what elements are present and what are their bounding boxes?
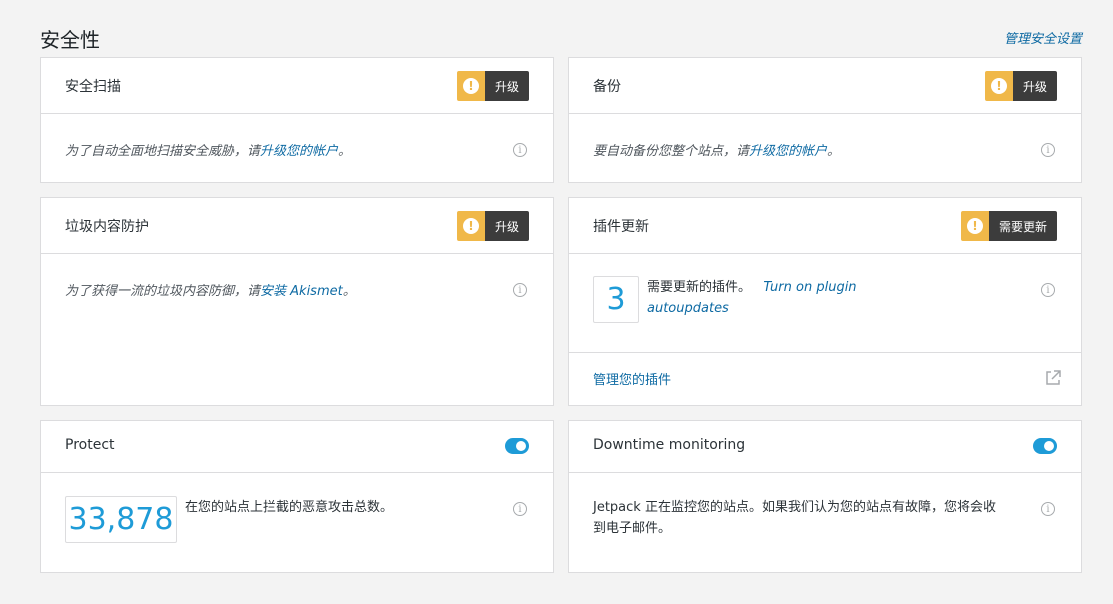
- manage-security-settings-link[interactable]: 管理安全设置: [1004, 28, 1082, 47]
- spam-protection-card: 垃圾内容防护 ! 升级 为了获得一流的垃圾内容防御，请安装 Akismet。 i: [40, 197, 554, 406]
- badge-label: 升级: [484, 71, 529, 101]
- warning-icon: !: [456, 71, 485, 101]
- badge-label: 升级: [484, 211, 529, 241]
- card-header: 插件更新 ! 需要更新: [569, 198, 1081, 254]
- upgrade-badge[interactable]: ! 升级: [456, 71, 529, 101]
- warning-icon: !: [960, 211, 989, 241]
- badge-label: 升级: [1012, 71, 1057, 101]
- downtime-toggle[interactable]: [1033, 438, 1057, 454]
- backup-card: 备份 ! 升级 要自动备份您整个站点，请升级您的帐户。 i: [568, 57, 1082, 183]
- warning-icon: !: [456, 211, 485, 241]
- card-title: 安全扫描: [65, 79, 121, 95]
- card-header: 安全扫描 ! 升级: [41, 58, 553, 114]
- card-title: 插件更新: [593, 219, 649, 235]
- upgrade-badge[interactable]: ! 升级: [456, 211, 529, 241]
- info-icon[interactable]: i: [513, 143, 527, 157]
- downtime-monitoring-card: Downtime monitoring Jetpack 正在监控您的站点。如果我…: [568, 420, 1082, 573]
- card-footer: 管理您的插件: [569, 352, 1081, 405]
- scan-description: 为了自动全面地扫描安全威胁，请升级您的帐户。: [65, 144, 352, 159]
- manage-plugins-link[interactable]: 管理您的插件: [593, 369, 671, 388]
- info-icon[interactable]: i: [1041, 283, 1055, 297]
- card-header: Downtime monitoring: [569, 421, 1081, 473]
- info-icon[interactable]: i: [1041, 143, 1055, 157]
- card-title: Downtime monitoring: [593, 437, 746, 453]
- blocked-attacks-label: 在您的站点上拦截的恶意攻击总数。: [185, 500, 394, 515]
- backup-description: 要自动备份您整个站点，请升级您的帐户。: [593, 144, 841, 159]
- plugin-update-text: 需要更新的插件。 Turn on plugin autoupdates: [647, 280, 857, 316]
- card-title: 垃圾内容防护: [65, 219, 149, 235]
- install-akismet-link[interactable]: 安装 Akismet: [260, 284, 343, 299]
- upgrade-badge[interactable]: ! 升级: [984, 71, 1057, 101]
- protect-toggle[interactable]: [505, 438, 529, 454]
- security-scan-card: 安全扫描 ! 升级 为了自动全面地扫描安全威胁，请升级您的帐户。 i: [40, 57, 554, 183]
- badge-label: 需要更新: [988, 211, 1057, 241]
- protect-card: Protect 33,878 在您的站点上拦截的恶意攻击总数。 i: [40, 420, 554, 573]
- card-header: 垃圾内容防护 ! 升级: [41, 198, 553, 254]
- blocked-attacks-count: 33,878: [65, 496, 177, 543]
- plugin-update-count: 3: [593, 276, 639, 323]
- external-link-icon[interactable]: [1044, 369, 1062, 387]
- turn-on-autoupdates-link[interactable]: Turn on plugin: [763, 280, 856, 295]
- upgrade-account-link[interactable]: 升级您的帐户: [260, 144, 338, 159]
- card-header: 备份 ! 升级: [569, 58, 1081, 114]
- card-title: 备份: [593, 79, 621, 95]
- card-title: Protect: [65, 437, 115, 453]
- spam-description: 为了获得一流的垃圾内容防御，请安装 Akismet。: [65, 284, 356, 299]
- warning-icon: !: [984, 71, 1013, 101]
- info-icon[interactable]: i: [513, 283, 527, 297]
- downtime-description: Jetpack 正在监控您的站点。如果我们认为您的站点有故障，您将会收 到电子邮…: [593, 500, 996, 536]
- turn-on-autoupdates-link-line2[interactable]: autoupdates: [647, 301, 729, 316]
- needs-update-badge[interactable]: ! 需要更新: [960, 211, 1057, 241]
- upgrade-account-link[interactable]: 升级您的帐户: [749, 144, 827, 159]
- info-icon[interactable]: i: [513, 502, 527, 516]
- page-title: 安全性: [40, 28, 100, 52]
- card-header: Protect: [41, 421, 553, 473]
- plugin-updates-card: 插件更新 ! 需要更新 3 需要更新的插件。 Turn on plugin au…: [568, 197, 1082, 406]
- info-icon[interactable]: i: [1041, 502, 1055, 516]
